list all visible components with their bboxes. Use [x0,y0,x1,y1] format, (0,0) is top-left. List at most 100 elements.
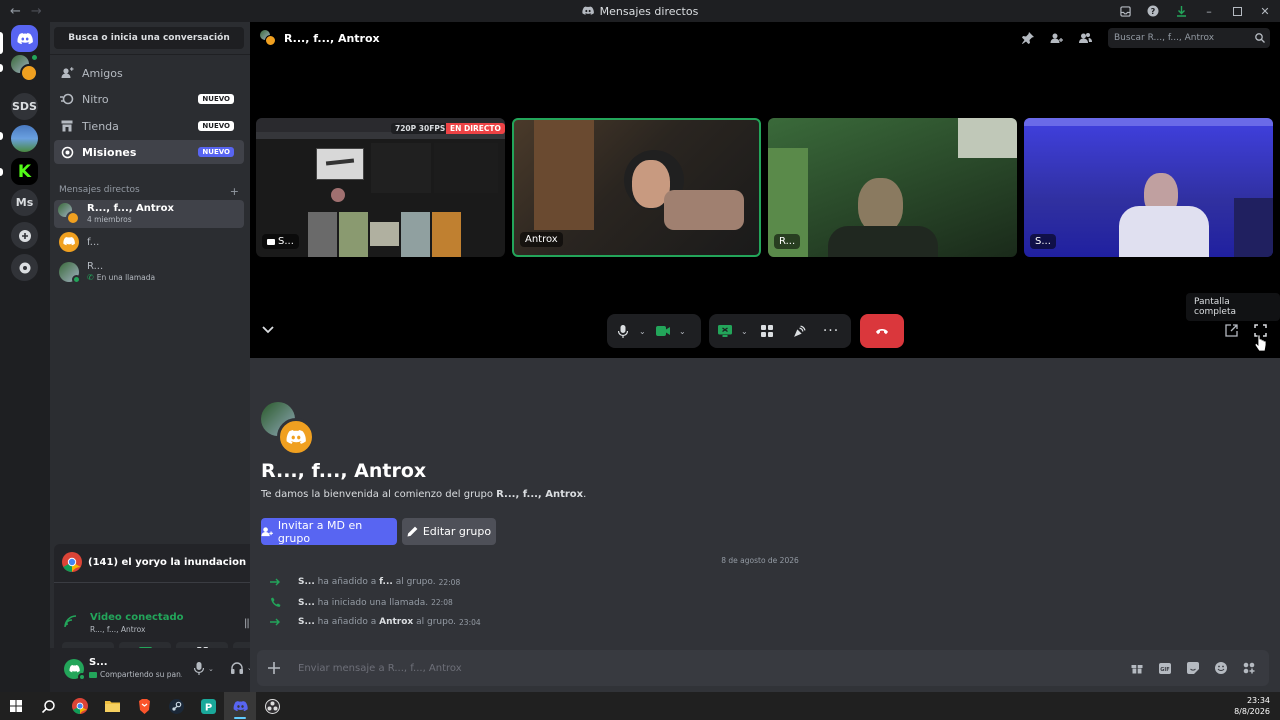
tile-label: S... [262,234,299,249]
title-bar: ← → Mensajes directos ? – ✕ [0,0,1280,22]
screen-share-toggle-button[interactable] [709,314,741,348]
add-server-button[interactable] [11,222,38,249]
member-list-icon[interactable] [1079,32,1092,44]
nav-friends[interactable]: Amigos [54,61,244,85]
new-badge: NUEVO [198,147,234,157]
gift-icon[interactable] [1131,662,1143,674]
app-p-icon[interactable]: P [192,692,224,720]
dm-item[interactable]: f... [54,228,244,256]
pencil-icon [407,526,418,537]
mute-button[interactable] [607,314,639,348]
obs-icon[interactable] [256,692,288,720]
pin-icon[interactable] [1022,32,1034,44]
maximize-icon[interactable] [1230,4,1244,18]
server-landscape[interactable] [11,125,38,152]
activities-button[interactable] [751,314,783,348]
help-icon[interactable]: ? [1146,4,1160,18]
nav-label: Tienda [82,119,119,133]
audio-video-controls: ⌄ ⌄ [607,314,701,348]
emoji-icon[interactable] [1215,662,1227,674]
steam-icon[interactable] [160,692,192,720]
dm-members: 4 miembros [87,215,132,224]
user-avatar[interactable] [64,659,86,681]
connection-status[interactable]: Video conectado [90,612,183,623]
system-message: S... ha añadido a Antrox al grupo. 23:04 [268,617,481,627]
new-badge: NUEVO [198,94,234,104]
group-avatar [261,402,317,456]
search-icon[interactable] [32,692,64,720]
nav-shop[interactable]: Tienda NUEVO [54,114,244,138]
chevron-down-icon[interactable]: ⌄ [208,665,214,673]
home-button[interactable] [11,25,38,52]
os-taskbar: P 23:34 8/8/2026 [0,692,1280,720]
camera-tile[interactable]: R... [768,118,1017,257]
server-ms[interactable]: Ms [11,189,38,216]
download-icon[interactable] [1174,4,1188,18]
tile-label: S... [1030,234,1056,249]
inbox-icon[interactable] [1118,4,1132,18]
activity-title: (141) el yoryo la inundacion - YouTu... [88,556,260,568]
find-conversation-button[interactable]: Busca o inicia una conversación [54,27,244,49]
more-icon: ··· [822,323,840,339]
user-status: Compartiendo su pan... [100,670,182,679]
minimize-icon[interactable]: – [1202,4,1216,18]
back-arrow-icon[interactable]: ← [10,4,21,19]
nav-nitro[interactable]: Nitro NUEVO [54,87,244,111]
call-search-input[interactable]: Buscar R..., f..., Antrox [1108,28,1270,48]
windows-start-icon[interactable] [0,692,32,720]
system-clock[interactable]: 23:34 8/8/2026 [1234,695,1270,717]
avatar [59,262,81,284]
connection-channel[interactable]: R..., f..., Antrox [90,625,183,634]
discord-taskbar-icon[interactable] [224,692,256,720]
popout-button[interactable] [1225,324,1238,337]
dm-item[interactable]: R..., f..., Antrox 4 miembros [54,200,244,228]
apps-icon[interactable] [1243,662,1255,674]
gif-icon[interactable]: GIF [1159,662,1171,674]
message-input[interactable]: Enviar mensaje a R..., f..., Antrox [291,663,1131,674]
call-indicator [30,53,39,62]
file-explorer-icon[interactable] [96,692,128,720]
chevron-down-icon[interactable]: ⌄ [679,327,687,336]
edit-group-button[interactable]: Editar grupo [402,518,496,545]
friends-icon [60,66,74,80]
stream-tile[interactable]: 720P 30FPS EN DIRECTO S... [256,118,505,257]
dm-item[interactable]: R... ✆ En una llamada [54,258,244,286]
tile-label: R... [774,234,801,249]
discord-logo-icon [16,32,33,44]
camera-tile-speaking[interactable]: Antrox [512,118,761,257]
brave-icon[interactable] [128,692,160,720]
server-rail: SDS K Ms [0,22,50,692]
soundboard-button[interactable] [783,314,815,348]
sticker-icon[interactable] [1187,662,1199,674]
discover-button[interactable] [11,254,38,281]
camera-icon [656,326,670,336]
avatar [20,64,38,82]
nav-quests[interactable]: Misiones NUEVO [54,140,244,164]
dm-status: En una llamada [96,273,156,282]
invite-group-button[interactable]: Invitar a MD en grupo [261,518,397,545]
group-dm-shortcut[interactable] [11,53,39,82]
camera-toggle-button[interactable] [647,314,679,348]
close-icon[interactable]: ✕ [1258,4,1272,18]
camera-tile[interactable]: S... [1024,118,1273,257]
chevron-down-icon[interactable]: ⌄ [639,327,647,336]
mic-button[interactable]: ⌄ [194,662,214,675]
add-user-icon [261,527,273,537]
forward-arrow-icon[interactable]: → [31,4,42,19]
add-friends-icon[interactable] [1050,32,1063,44]
call-header: R..., f..., Antrox [260,30,380,46]
server-sds[interactable]: SDS [11,93,38,120]
server-kick[interactable]: K [11,158,38,185]
call-title: R..., f..., Antrox [284,31,380,45]
chevron-down-icon[interactable]: ⌄ [741,327,751,336]
more-options-button[interactable]: ··· [815,314,847,348]
attach-button[interactable] [257,662,291,674]
mouse-cursor [1255,335,1267,351]
screen-share-icon [267,238,275,245]
leave-call-button[interactable] [860,314,904,348]
collapse-call-button[interactable] [262,326,274,334]
active-app-indicator [234,717,246,719]
plus-icon [18,229,31,242]
chrome-icon[interactable] [64,692,96,720]
create-dm-button[interactable]: + [230,185,239,198]
